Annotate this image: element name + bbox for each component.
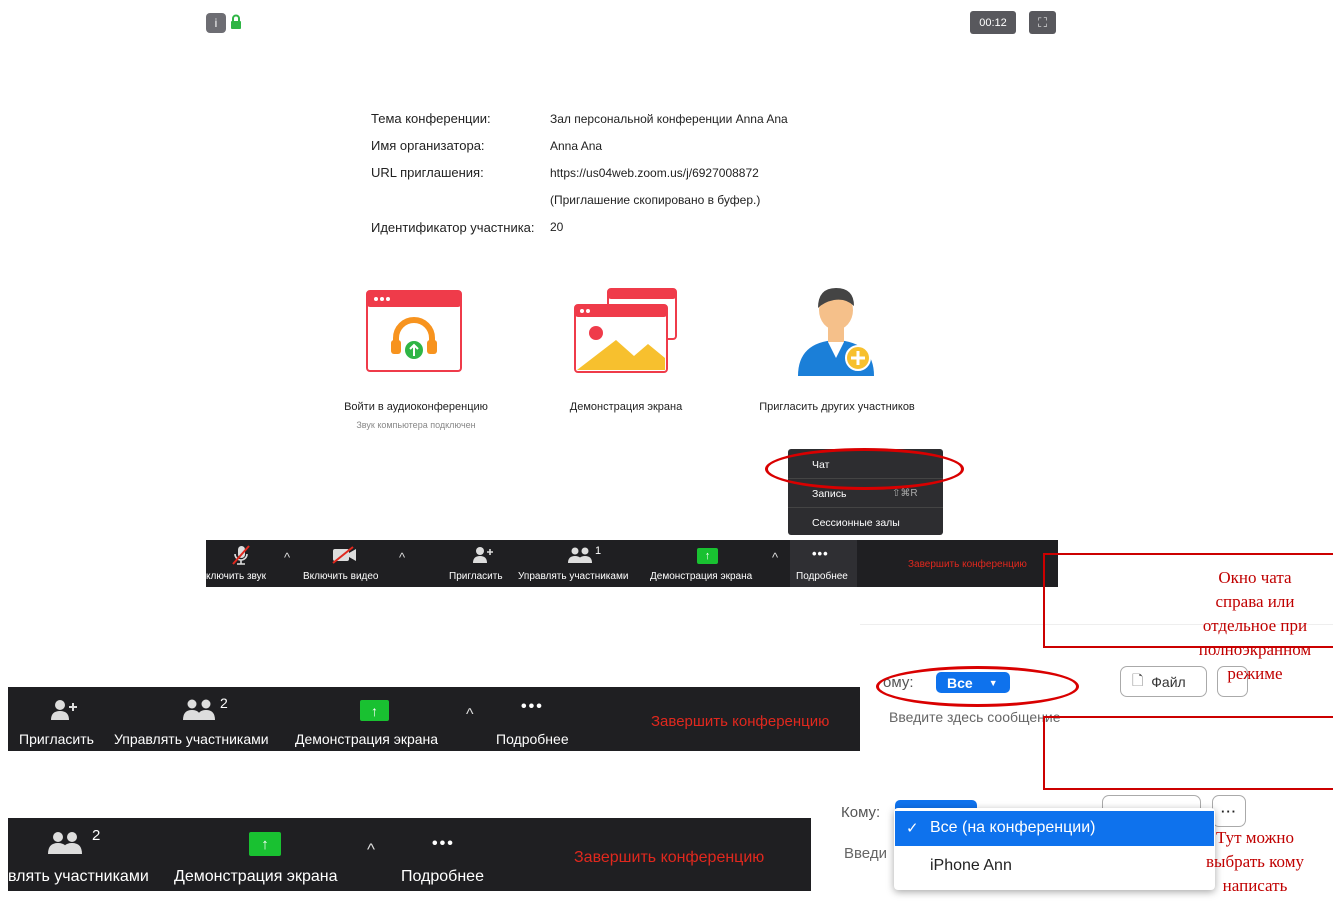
headphones-icon [366,290,462,372]
option-label: Все (на конференции) [930,819,1096,836]
menu-item-breakout[interactable]: Сессионные залы [812,517,900,529]
participants-icon[interactable] [48,832,82,854]
participant-count: 1 [595,545,602,557]
audio-connected-note: Звук компьютера подключен [356,420,476,430]
file-icon: 🗋 [1132,671,1144,688]
share-screen-label[interactable]: Демонстрация экрана [295,731,438,747]
participant-count: 2 [92,827,101,844]
end-meeting-button[interactable]: Завершить конференцию [908,559,1027,570]
topic-value: Зал персональной конференции Anna Ana [550,112,788,126]
share-options-caret[interactable]: ^ [367,840,375,860]
add-user-icon[interactable] [472,546,494,564]
checkmark-icon: ✓ [906,820,919,837]
share-screen-icon[interactable]: ↑ [249,832,281,856]
url-label: URL приглашения: [371,165,484,180]
callout-line-top [1043,553,1333,555]
more-label[interactable]: Подробнее [401,868,484,886]
callout-line-left2 [1043,716,1045,790]
main-toolbar: ^ ^ 1 ↑ ^ ••• ключить звук Включить виде… [206,540,1058,587]
share-screen-label[interactable]: Демонстрация экрана [650,571,752,582]
choose-recipient-annotation: Тут можно выбрать кому написать [1206,828,1304,895]
invite-label[interactable]: Пригласить других участников [727,401,947,413]
host-value: Anna Ana [550,139,603,153]
share-screen-icon[interactable]: ↑ [697,548,718,564]
menu-divider [788,507,943,508]
share-screen-icon [574,288,677,373]
manage-participants-label[interactable]: влять участниками [8,868,149,886]
more-dots-icon[interactable]: ••• [812,546,829,561]
meeting-timer: 00:12 [970,11,1016,34]
host-label: Имя организатора: [371,138,485,153]
share-screen-icon[interactable]: ↑ [360,700,389,721]
chat-highlight-ellipse [765,448,964,490]
fullscreen-icon[interactable]: ⛶ [1029,11,1056,34]
lock-icon [231,14,241,29]
more-dots-icon[interactable]: ••• [521,698,544,716]
unmute-label[interactable]: ключить звук [206,571,266,582]
invite-person-icon [798,288,874,376]
share-options-caret[interactable]: ^ [772,550,778,565]
participant-id-label: Идентификатор участника: [371,220,535,235]
join-audio-tile[interactable] [366,290,462,372]
callout-line-bottom [1043,788,1333,790]
dropdown-option-all[interactable]: ✓ Все (на конференции) [895,811,1214,846]
participant-id-value: 20 [550,220,564,234]
recipient-dropdown: ✓ Все (на конференции) iPhone Ann [894,808,1215,890]
option-label: iPhone Ann [930,857,1012,874]
audio-options-caret[interactable]: ^ [284,550,290,565]
start-video-label[interactable]: Включить видео [303,571,379,582]
record-shortcut: ⇧⌘R [892,488,918,499]
topic-label: Тема конференции: [371,111,491,126]
file-button-label: Файл [1151,673,1186,690]
more-label[interactable]: Подробнее [796,571,848,582]
callout-line-left [1043,553,1045,648]
share-screen-label[interactable]: Демонстрация экрана [516,401,736,413]
chat-more-button[interactable]: ··· [1212,795,1246,827]
recipient-highlight-ellipse [876,666,1079,707]
manage-participants-label[interactable]: Управлять участниками [518,571,628,582]
end-meeting-button[interactable]: Завершить конференцию [651,713,829,730]
video-options-caret[interactable]: ^ [399,550,405,565]
chat-window-annotation: Окно чата справа или отдельное при полно… [1198,568,1312,683]
participants-icon[interactable] [183,699,215,720]
participant-count: 2 [220,695,228,711]
muted-mic-icon[interactable] [230,544,252,566]
manage-participants-label[interactable]: Управлять участниками [114,731,269,747]
more-label[interactable]: Подробнее [496,731,569,747]
participants-icon[interactable] [568,547,592,563]
url-value[interactable]: https://us04web.zoom.us/j/6927008872 [550,166,759,180]
more-dots-icon[interactable]: ••• [432,835,455,853]
third-toolbar: 2 ↑ ^ ••• влять участниками Демонстрация… [8,818,811,891]
invite-label[interactable]: Пригласить [449,571,503,582]
to-label: Кому: [841,804,881,821]
share-options-caret[interactable]: ^ [466,706,474,724]
second-toolbar: 2 ↑ ^ ••• Пригласить Управлять участника… [8,687,860,751]
callout-line-lower [1043,716,1333,718]
menu-item-record[interactable]: Запись [812,488,846,500]
invite-label[interactable]: Пригласить [19,731,94,747]
dropdown-option-iphone-ann[interactable]: iPhone Ann [895,849,1214,884]
info-icon[interactable]: i [206,13,226,33]
url-copied-note: (Приглашение скопировано в буфер.) [550,193,761,207]
add-user-icon[interactable] [50,699,78,721]
end-meeting-button[interactable]: Завершить конференцию [574,849,764,867]
message-input[interactable]: Введи [844,845,887,862]
share-screen-label[interactable]: Демонстрация экрана [174,868,338,886]
file-button[interactable]: 🗋 Файл [1120,666,1207,697]
video-off-icon[interactable] [331,546,359,564]
join-audio-label[interactable]: Войти в аудиоконференцию [306,401,526,413]
share-screen-tile[interactable] [574,288,678,374]
invite-tile[interactable] [794,284,878,380]
